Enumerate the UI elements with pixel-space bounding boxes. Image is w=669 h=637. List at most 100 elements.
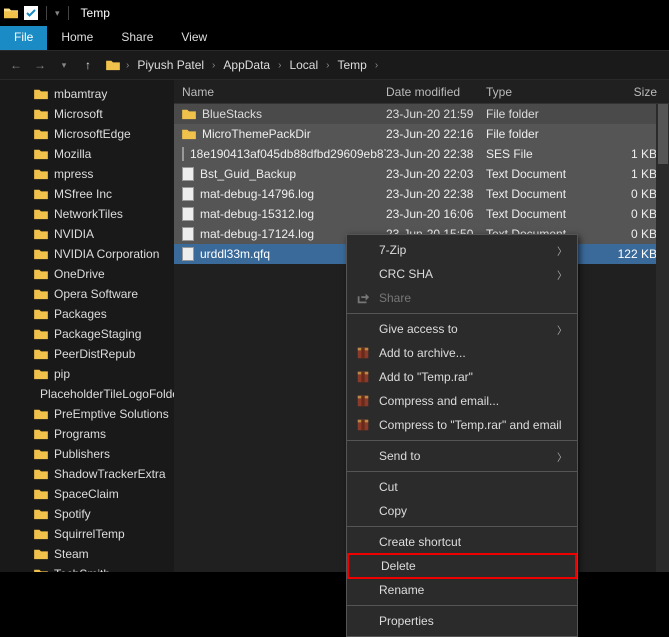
context-menu-item[interactable]: Send to〉 <box>347 444 577 468</box>
file-date: 23-Jun-20 22:38 <box>386 187 486 201</box>
scrollbar-thumb[interactable] <box>658 104 668 164</box>
tree-item[interactable]: PreEmptive Solutions <box>0 404 174 424</box>
tree-item[interactable]: mpress <box>0 164 174 184</box>
context-menu-item[interactable]: Cut <box>347 475 577 499</box>
file-row[interactable]: mat-debug-14796.log23-Jun-20 22:38Text D… <box>174 184 669 204</box>
context-menu-item[interactable]: Delete <box>347 553 577 579</box>
tree-item[interactable]: SquirrelTemp <box>0 524 174 544</box>
tree-item-label: Mozilla <box>54 147 91 161</box>
tree-item[interactable]: Programs <box>0 424 174 444</box>
file-icon <box>182 247 194 261</box>
tree-item[interactable]: Spotify <box>0 504 174 524</box>
share-icon <box>355 291 371 305</box>
context-menu-item[interactable]: Create shortcut <box>347 530 577 554</box>
breadcrumb-item[interactable]: Temp <box>335 58 368 72</box>
tree-item[interactable]: SpaceClaim <box>0 484 174 504</box>
chevron-right-icon[interactable]: › <box>276 60 283 71</box>
divider <box>68 6 69 20</box>
context-menu-label: 7-Zip <box>379 243 406 257</box>
file-row[interactable]: 18e190413af045db88dfbd29609eb877.d...23-… <box>174 144 669 164</box>
context-menu-item[interactable]: Compress and email... <box>347 389 577 413</box>
tree-item[interactable]: pip <box>0 364 174 384</box>
context-menu-label: Share <box>379 291 411 305</box>
tree-item-label: MSfree Inc <box>54 187 112 201</box>
tree-item[interactable]: Steam <box>0 544 174 564</box>
context-menu-item[interactable]: Rename <box>347 578 577 602</box>
tab-view[interactable]: View <box>167 26 221 50</box>
tree-item[interactable]: Mozilla <box>0 144 174 164</box>
folder-icon <box>34 348 48 360</box>
tab-home[interactable]: Home <box>47 26 107 50</box>
breadcrumb-item[interactable]: AppData <box>221 58 272 72</box>
tree-item[interactable]: NetworkTiles <box>0 204 174 224</box>
chevron-right-icon[interactable]: › <box>210 60 217 71</box>
context-menu-item[interactable]: Copy <box>347 499 577 523</box>
context-menu-item[interactable]: Give access to〉 <box>347 317 577 341</box>
folder-icon <box>34 248 48 260</box>
column-headers[interactable]: Name Date modified Type Size <box>174 80 669 104</box>
tree-item-label: NetworkTiles <box>54 207 123 221</box>
context-menu-item[interactable]: Add to "Temp.rar" <box>347 365 577 389</box>
tree-item[interactable]: Opera Software <box>0 284 174 304</box>
chevron-right-icon: 〉 <box>557 243 567 258</box>
tree-item[interactable]: TechSmith <box>0 564 174 572</box>
context-menu-item[interactable]: 7-Zip 〉 <box>347 238 577 262</box>
tree-item-label: MicrosoftEdge <box>54 127 131 141</box>
sidebar[interactable]: mbamtrayMicrosoft MicrosoftEdge Mozilla mpr… <box>0 80 174 572</box>
tree-item[interactable]: NVIDIA Corporation <box>0 244 174 264</box>
scrollbar-vertical[interactable] <box>656 104 669 572</box>
dropdown-icon[interactable]: ▾ <box>55 8 60 19</box>
tree-item[interactable]: mbamtray <box>0 84 174 104</box>
column-type[interactable]: Type <box>486 85 598 99</box>
context-menu-label: Properties <box>379 614 434 628</box>
tree-item-label: mpress <box>54 167 93 181</box>
tree-item[interactable]: MicrosoftEdge <box>0 124 174 144</box>
tree-item[interactable]: MSfree Inc <box>0 184 174 204</box>
folder-icon <box>34 468 48 480</box>
forward-button[interactable]: → <box>30 55 50 75</box>
tree-item[interactable]: PlaceholderTileLogoFolder <box>0 384 174 404</box>
file-row[interactable]: BlueStacks23-Jun-20 21:59File folder <box>174 104 669 124</box>
chevron-right-icon[interactable]: › <box>124 60 131 71</box>
file-date: 23-Jun-20 22:03 <box>386 167 486 181</box>
up-button[interactable]: ↑ <box>78 55 98 75</box>
column-name[interactable]: Name <box>174 85 386 99</box>
context-menu-label: Copy <box>379 504 407 518</box>
recent-dropdown[interactable]: ▾ <box>54 55 74 75</box>
column-size[interactable]: Size <box>598 85 669 99</box>
context-menu-item[interactable]: CRC SHA〉 <box>347 262 577 286</box>
tree-item-label: Publishers <box>54 447 110 461</box>
checkbox-icon[interactable] <box>24 6 38 20</box>
context-menu-item[interactable]: Compress to "Temp.rar" and email <box>347 413 577 437</box>
context-menu-item: Share <box>347 286 577 310</box>
context-menu-item[interactable]: Properties <box>347 609 577 633</box>
file-type: File folder <box>486 127 598 141</box>
tree-item[interactable]: NVIDIA <box>0 224 174 244</box>
folder-icon <box>34 168 48 180</box>
chevron-right-icon[interactable]: › <box>324 60 331 71</box>
context-menu-separator <box>347 471 577 472</box>
folder-icon <box>34 448 48 460</box>
tab-file[interactable]: File <box>0 26 47 50</box>
breadcrumb-item[interactable]: Piyush Patel <box>135 58 206 72</box>
tree-item[interactable]: PackageStaging <box>0 324 174 344</box>
tree-item[interactable]: Packages <box>0 304 174 324</box>
back-button[interactable]: ← <box>6 55 26 75</box>
context-menu-item[interactable]: Add to archive... <box>347 341 577 365</box>
tree-item[interactable]: Microsoft <box>0 104 174 124</box>
chevron-right-icon[interactable]: › <box>373 60 380 71</box>
breadcrumb-item[interactable]: Local <box>287 58 320 72</box>
tree-item[interactable]: OneDrive <box>0 264 174 284</box>
column-date[interactable]: Date modified <box>386 85 486 99</box>
breadcrumb[interactable]: › Piyush Patel › AppData › Local › Temp … <box>102 54 663 76</box>
file-row[interactable]: Bst_Guid_Backup23-Jun-20 22:03Text Docum… <box>174 164 669 184</box>
folder-icon <box>34 548 48 560</box>
tree-item[interactable]: Publishers <box>0 444 174 464</box>
file-row[interactable]: mat-debug-15312.log23-Jun-20 16:06Text D… <box>174 204 669 224</box>
tree-item-label: PlaceholderTileLogoFolder <box>40 387 174 401</box>
file-row[interactable]: MicroThemePackDir23-Jun-20 22:16File fol… <box>174 124 669 144</box>
tree-item[interactable]: ShadowTrackerExtra <box>0 464 174 484</box>
folder-icon <box>34 228 48 240</box>
tree-item[interactable]: PeerDistRepub <box>0 344 174 364</box>
tab-share[interactable]: Share <box>107 26 167 50</box>
